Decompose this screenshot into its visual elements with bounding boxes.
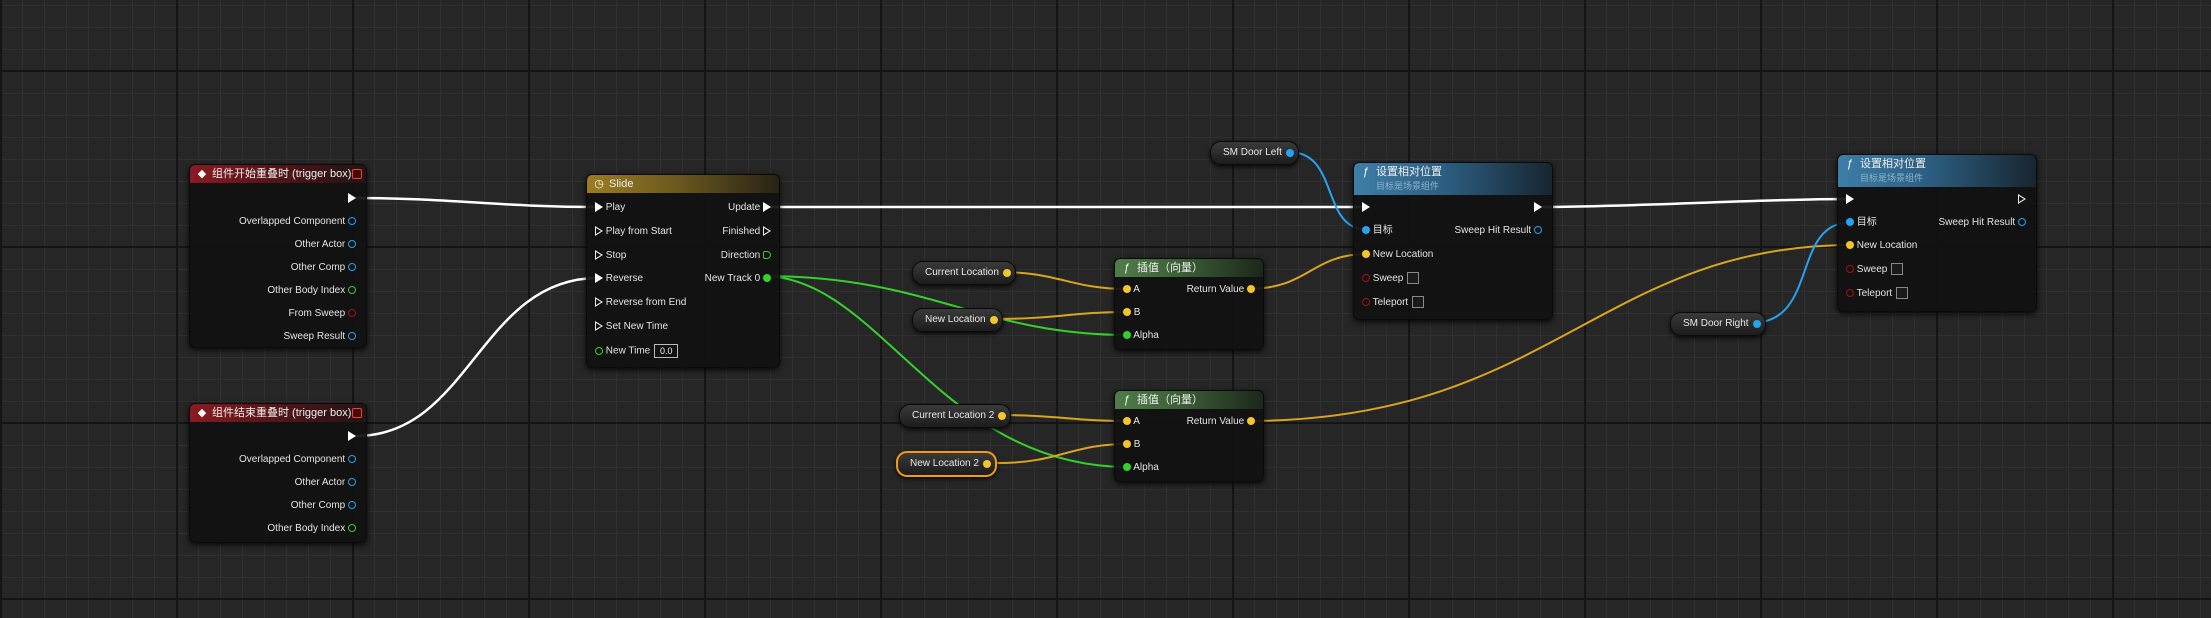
exec-out-pin[interactable] <box>2018 193 2026 207</box>
exec-out-pin[interactable] <box>1534 201 1542 215</box>
pin-sweep-hit-result[interactable]: Sweep Hit Result <box>1939 216 2026 230</box>
wire-ret1-to-left-loc <box>1246 253 1369 290</box>
new-time-field[interactable]: 0.0 <box>654 344 679 358</box>
pin-alpha[interactable]: Alpha <box>1123 461 1159 475</box>
pin-target[interactable]: 目标 <box>1846 216 1877 230</box>
pin-other-actor[interactable]: Other Actor <box>295 238 356 252</box>
function-icon: ƒ <box>1123 262 1131 274</box>
pin-new-track-0[interactable]: New Track 0 <box>705 272 771 286</box>
pin-teleport[interactable]: Teleport <box>1846 287 1909 301</box>
function-icon: ƒ <box>1123 394 1131 406</box>
delegate-pin-icon[interactable] <box>352 169 362 179</box>
pin-a[interactable]: A <box>1123 283 1140 297</box>
pin-sweep-result[interactable]: Sweep Result <box>284 330 356 344</box>
var-current-location-2[interactable]: Current Location 2 <box>899 404 1012 428</box>
wire-new2-to-b2 <box>997 443 1129 464</box>
sweep-checkbox[interactable] <box>1891 263 1904 276</box>
pin-other-body-index[interactable]: Other Body Index <box>267 284 356 298</box>
node-title: 组件结束重叠时 (trigger box) <box>212 407 352 419</box>
wire-new-to-b1 <box>989 311 1129 320</box>
pin-set-new-time[interactable]: Set New Time <box>595 320 668 334</box>
event-diamond-icon: ◆ <box>197 407 207 419</box>
pin-play[interactable]: Play <box>595 201 625 215</box>
pin-new-location[interactable]: New Location <box>1846 239 1917 253</box>
wire-track-to-alpha-2 <box>762 275 1129 468</box>
exec-in-pin[interactable] <box>1362 201 1370 215</box>
sweep-checkbox[interactable] <box>1407 272 1420 285</box>
pin-a[interactable]: A <box>1123 415 1140 429</box>
node-title: 设置相对位置 <box>1860 158 1926 170</box>
pin-sweep-hit-result[interactable]: Sweep Hit Result <box>1455 224 1542 238</box>
node-title: 插值（向量） <box>1137 394 1203 406</box>
pin-sweep[interactable]: Sweep <box>1846 263 1904 277</box>
pin-stop[interactable]: Stop <box>595 249 626 263</box>
pin-new-time[interactable]: New Time 0.0 <box>595 344 679 358</box>
var-new-location[interactable]: New Location <box>912 308 1003 332</box>
clock-icon: ◷ <box>594 178 604 190</box>
node-subtitle: 目标是场景组件 <box>1860 173 1924 183</box>
pin-update[interactable]: Update <box>728 201 771 215</box>
pin-overlapped-component[interactable]: Overlapped Component <box>239 215 356 229</box>
pin-return-value[interactable]: Return Value <box>1187 415 1255 429</box>
pin-return-value[interactable]: Return Value <box>1187 283 1255 297</box>
function-icon: ƒ <box>1846 158 1854 170</box>
node-subtitle: 目标是场景组件 <box>1376 181 1440 191</box>
delegate-pin-icon[interactable] <box>352 408 362 418</box>
pin-reverse-from-end[interactable]: Reverse from End <box>595 296 686 310</box>
event-begin-overlap-node[interactable]: ◆ 组件开始重叠时 (trigger box) Overlapped Compo… <box>189 164 367 348</box>
function-icon: ƒ <box>1362 166 1370 178</box>
teleport-checkbox[interactable] <box>1412 296 1425 309</box>
var-current-location[interactable]: Current Location <box>912 261 1016 285</box>
exec-out-pin[interactable] <box>348 430 356 444</box>
node-title: 插值（向量） <box>1137 262 1203 274</box>
pin-overlapped-component[interactable]: Overlapped Component <box>239 453 356 467</box>
pin-teleport[interactable]: Teleport <box>1362 296 1425 310</box>
exec-out-pin[interactable] <box>348 192 356 206</box>
pin-other-actor[interactable]: Other Actor <box>295 476 356 490</box>
event-end-overlap-node[interactable]: ◆ 组件结束重叠时 (trigger box) Overlapped Compo… <box>189 403 367 543</box>
wire-cur2-to-a2 <box>993 414 1129 422</box>
blueprint-graph[interactable]: ◆ 组件开始重叠时 (trigger box) Overlapped Compo… <box>0 0 2211 618</box>
pin-from-sweep[interactable]: From Sweep <box>289 307 356 321</box>
set-relative-location-node-right[interactable]: ƒ 设置相对位置 目标是场景组件 目标 Sweep Hit Result New… <box>1837 154 2037 312</box>
wire-begin-to-play <box>354 196 600 209</box>
pin-reverse[interactable]: Reverse <box>595 272 643 286</box>
var-new-location-2[interactable]: New Location 2 <box>896 451 997 477</box>
pin-other-comp[interactable]: Other Comp <box>291 261 356 275</box>
pin-finished[interactable]: Finished <box>722 225 771 239</box>
pin-play-from-start[interactable]: Play from Start <box>595 225 672 239</box>
exec-in-pin[interactable] <box>1846 193 1854 207</box>
node-title: Slide <box>609 178 634 190</box>
pin-b[interactable]: B <box>1123 438 1140 452</box>
wire-cur-to-a1 <box>998 271 1129 290</box>
pin-sweep[interactable]: Sweep <box>1362 272 1420 286</box>
wire-set-left-to-set-right <box>1535 197 1854 209</box>
pin-target[interactable]: 目标 <box>1362 224 1393 238</box>
lerp-vector-node-2[interactable]: ƒ 插值（向量） A B Alpha Return Value <box>1114 390 1264 482</box>
pin-other-body-index[interactable]: Other Body Index <box>267 522 356 536</box>
pin-new-location[interactable]: New Location <box>1362 248 1433 262</box>
node-title: 组件开始重叠时 (trigger box) <box>212 168 352 180</box>
timeline-slide-node[interactable]: ◷ Slide Play Play from Start Stop Revers… <box>586 174 780 368</box>
var-sm-door-left[interactable]: SM Door Left <box>1210 141 1299 165</box>
pin-b[interactable]: B <box>1123 306 1140 320</box>
node-title: 设置相对位置 <box>1376 166 1442 178</box>
event-diamond-icon: ◆ <box>197 168 207 180</box>
pin-direction[interactable]: Direction <box>721 249 771 263</box>
var-sm-door-right[interactable]: SM Door Right <box>1670 312 1766 336</box>
wire-end-to-reverse <box>354 276 600 438</box>
lerp-vector-node-1[interactable]: ƒ 插值（向量） A B Alpha Return Value <box>1114 258 1264 350</box>
set-relative-location-node-left[interactable]: ƒ 设置相对位置 目标是场景组件 目标 Sweep Hit Result New… <box>1353 162 1553 320</box>
teleport-checkbox[interactable] <box>1896 287 1909 300</box>
pin-other-comp[interactable]: Other Comp <box>291 499 356 513</box>
pin-alpha[interactable]: Alpha <box>1123 329 1159 343</box>
